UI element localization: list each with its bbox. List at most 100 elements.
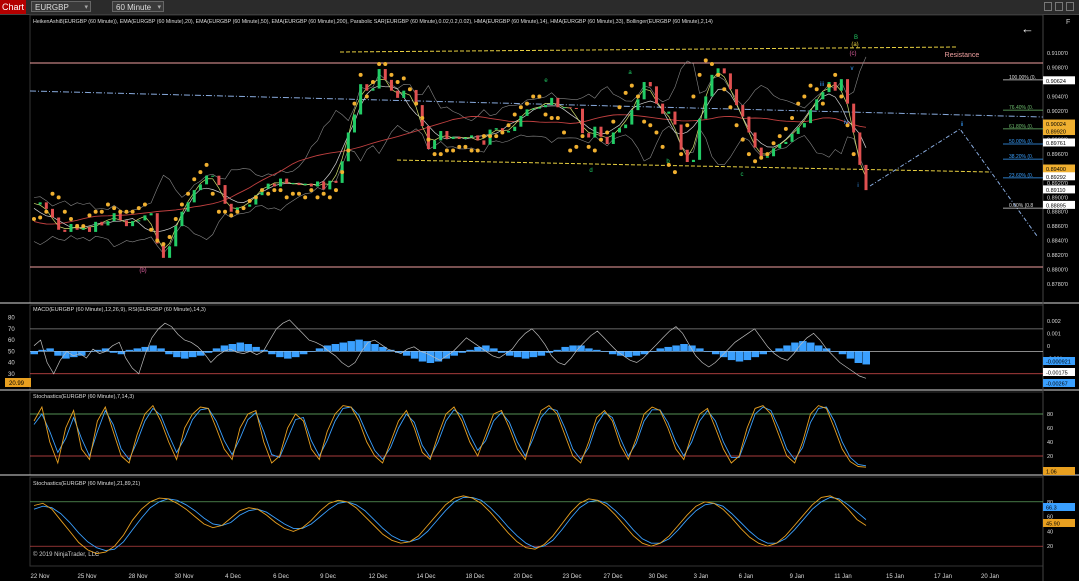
macd-histogram-bar [85, 351, 94, 352]
psar-dot [198, 170, 203, 175]
heiken-ashi-bar [303, 183, 307, 186]
heiken-ashi-bar [722, 68, 726, 74]
macd-histogram-bar [711, 351, 720, 355]
minimize-button[interactable] [1044, 2, 1052, 11]
psar-dot [746, 152, 751, 157]
psar-dot [118, 209, 123, 214]
macd-histogram-bar [585, 348, 593, 352]
x-axis-label: 23 Dec [562, 574, 581, 580]
macd-histogram-bar [38, 349, 46, 352]
psar-dot [709, 62, 714, 67]
heiken-ashi-bar [815, 99, 819, 111]
heiken-ashi-bar [673, 111, 677, 125]
macd-histogram-bar [268, 351, 276, 355]
heiken-ashi-bar [377, 69, 381, 89]
macd-histogram-bar [347, 341, 355, 352]
x-axis-label: 15 Jan [886, 574, 904, 580]
timeframe-selector[interactable]: 60 Minute ▾ [112, 1, 164, 12]
stoch-fast-tick: 60 [1047, 426, 1053, 432]
macd-histogram-bar [688, 345, 696, 352]
stoch-fast-d-line [33, 406, 867, 467]
psar-dot [303, 195, 308, 200]
fib-label: 0.00% (0.8 [1009, 203, 1033, 209]
heiken-ashi-bar [784, 141, 788, 144]
chart-canvas[interactable]: 0.9100'00.9080'00.9060'00.9040'00.9020'0… [0, 14, 1079, 581]
psar-dot [635, 94, 640, 99]
x-axis-label: 27 Dec [603, 574, 622, 580]
panel-frame [29, 304, 1044, 391]
psar-dot [321, 191, 326, 196]
wave-label: ii [961, 122, 964, 128]
heiken-ashi-bar [63, 229, 67, 232]
price-y-tick: 0.8800'0 [1047, 267, 1068, 273]
rsi-tick: 70 [8, 327, 15, 333]
instrument-selector[interactable]: EURGBP ▾ [31, 1, 91, 12]
price-y-tick: 0.9020'0 [1047, 109, 1068, 115]
psar-dot [38, 215, 43, 220]
ema-200-line [33, 114, 867, 225]
psar-dot [32, 216, 36, 221]
heiken-ashi-bar [322, 181, 326, 190]
psar-dot [438, 152, 443, 157]
heiken-ashi-bar [654, 86, 658, 104]
psar-dot [623, 90, 628, 95]
heiken-ashi-bar [593, 126, 597, 138]
heiken-ashi-bar [279, 178, 283, 187]
wave-label: (b) [139, 268, 146, 274]
heiken-ashi-bar [143, 215, 147, 221]
rsi-tick: 30 [8, 372, 15, 378]
heiken-ashi-bar [581, 108, 585, 134]
maximize-button[interactable] [1055, 2, 1063, 11]
heiken-ashi-bar [266, 183, 270, 189]
heiken-ashi-bar [611, 132, 615, 144]
psar-dot [820, 101, 825, 106]
psar-dot [99, 209, 104, 214]
fib-label: 76.40% (0. [1009, 105, 1033, 111]
macd-histogram-bar [252, 346, 260, 352]
copyright-label: © 2019 NinjaTrader, LLC [33, 552, 100, 558]
macd-histogram-bar [680, 344, 688, 352]
psar-dot [315, 195, 320, 200]
heiken-ashi-bar [297, 182, 301, 186]
macd-histogram-bar [133, 348, 142, 352]
macd-histogram-bar [276, 351, 284, 358]
psar-dot [494, 134, 499, 139]
wave-label: v [851, 66, 854, 72]
stoch-fast-tick: 80 [1047, 412, 1053, 418]
back-arrow-icon[interactable]: ← [1021, 21, 1034, 36]
price-axis-value: 0.89292 [1046, 175, 1066, 181]
psar-dot [691, 94, 696, 99]
macd-histogram-bar [521, 351, 530, 359]
price-y-tick: 0.9080'0 [1047, 66, 1068, 72]
heiken-ashi-bar [685, 149, 689, 163]
heiken-ashi-bar [69, 223, 73, 232]
macd-histogram-bar [458, 351, 466, 353]
psar-dot [617, 105, 622, 110]
f-label[interactable]: F [1066, 19, 1070, 26]
macd-histogram-bar [601, 351, 609, 352]
psar-dot [531, 94, 536, 99]
psar-dot [740, 137, 745, 142]
heiken-ashi-bar [691, 159, 695, 163]
heiken-ashi-bar [846, 79, 850, 104]
psar-dot [802, 94, 807, 99]
psar-dot [327, 195, 332, 200]
psar-dot [167, 234, 172, 239]
psar-dot [512, 112, 517, 117]
macd-tick: 0.001 [1047, 332, 1061, 338]
chart-tab[interactable]: Chart [0, 0, 26, 14]
heiken-ashi-bar [371, 88, 375, 91]
psar-dot [475, 148, 480, 153]
psar-dot [173, 216, 178, 221]
heiken-ashi-bar [710, 74, 714, 97]
macd-histogram-bar [363, 341, 371, 352]
psar-dot [654, 130, 659, 135]
close-button[interactable] [1066, 2, 1074, 11]
macd-histogram-bar [807, 342, 815, 352]
psar-dot [790, 116, 795, 121]
psar-dot [407, 87, 412, 92]
psar-dot [759, 155, 764, 160]
x-axis-label: 30 Nov [174, 574, 193, 580]
heiken-ashi-bar [272, 183, 276, 187]
macd-histogram-bar [46, 348, 54, 352]
